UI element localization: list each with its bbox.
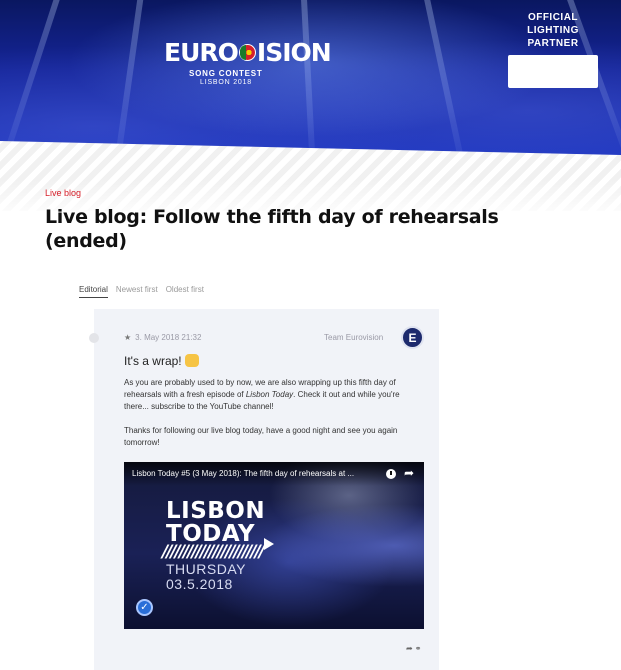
video-overlay-slashes: ////////////////////////	[162, 542, 265, 562]
sort-tabs: Editorial Newest first Oldest first	[79, 285, 204, 298]
show-name: Lisbon Today	[245, 390, 294, 399]
partner-label-line: OFFICIAL	[527, 12, 579, 23]
share-icon[interactable]: ➦	[404, 466, 414, 480]
page-title: Live blog: Follow the fifth day of rehea…	[45, 206, 499, 252]
share-post-icon[interactable]: ➦	[406, 644, 413, 653]
logo-line2: LISBON 2018	[200, 79, 252, 86]
light-beam	[300, 0, 318, 158]
video-overlay-day: THURSDAY	[166, 561, 246, 577]
post-paragraph: As you are probably used to by now, we a…	[124, 377, 419, 413]
video-title[interactable]: Lisbon Today #5 (3 May 2018): The fifth …	[132, 469, 354, 478]
post-title: It's a wrap!	[124, 354, 199, 368]
timeline-dot	[89, 333, 99, 343]
eurovision-logo[interactable]: EURO ISION SONG CONTEST LISBON 2018	[164, 38, 332, 90]
post-paragraph: Thanks for following our live blog today…	[124, 426, 398, 447]
heart-flag-icon	[238, 43, 256, 61]
post-author[interactable]: Team Eurovision	[324, 333, 383, 342]
play-icon[interactable]	[264, 538, 274, 550]
star-icon[interactable]: ★	[124, 333, 131, 342]
post-timestamp: ★ 3. May 2018 21:32	[124, 333, 201, 342]
partner-label-line: LIGHTING	[527, 25, 579, 36]
tab-oldest-first[interactable]: Oldest first	[166, 285, 204, 298]
post-title-text: It's a wrap!	[124, 354, 182, 368]
light-beam	[109, 0, 146, 158]
tab-newest-first[interactable]: Newest first	[116, 285, 158, 298]
post-actions: ➦ ⚭	[404, 644, 421, 653]
tab-editorial[interactable]: Editorial	[79, 285, 108, 298]
partner-label: OFFICIAL LIGHTING PARTNER	[510, 11, 596, 50]
watch-later-icon[interactable]	[386, 469, 396, 479]
logo-line1: SONG CONTEST	[189, 69, 263, 78]
partner-logo-box[interactable]	[508, 55, 598, 88]
author-avatar[interactable]: E	[401, 326, 424, 349]
video-overlay-date: 03.5.2018	[166, 576, 233, 592]
breadcrumb-live-blog[interactable]: Live blog	[45, 188, 81, 198]
partner-label-line: PARTNER	[527, 38, 579, 49]
link-icon[interactable]: ⚭	[415, 644, 422, 653]
site-header: EURO ISION SONG CONTEST LISBON 2018 OFFIC…	[0, 0, 621, 158]
checkmark-badge-icon: ✓	[136, 599, 153, 616]
timestamp-text: 3. May 2018 21:32	[135, 333, 202, 342]
light-beam	[420, 0, 472, 158]
youtube-video-embed[interactable]: Lisbon Today #5 (3 May 2018): The fifth …	[124, 462, 424, 629]
logo-wordmark: EURO ISION	[164, 38, 332, 67]
light-beam	[0, 0, 66, 158]
raised-hands-emoji-icon	[184, 354, 199, 368]
